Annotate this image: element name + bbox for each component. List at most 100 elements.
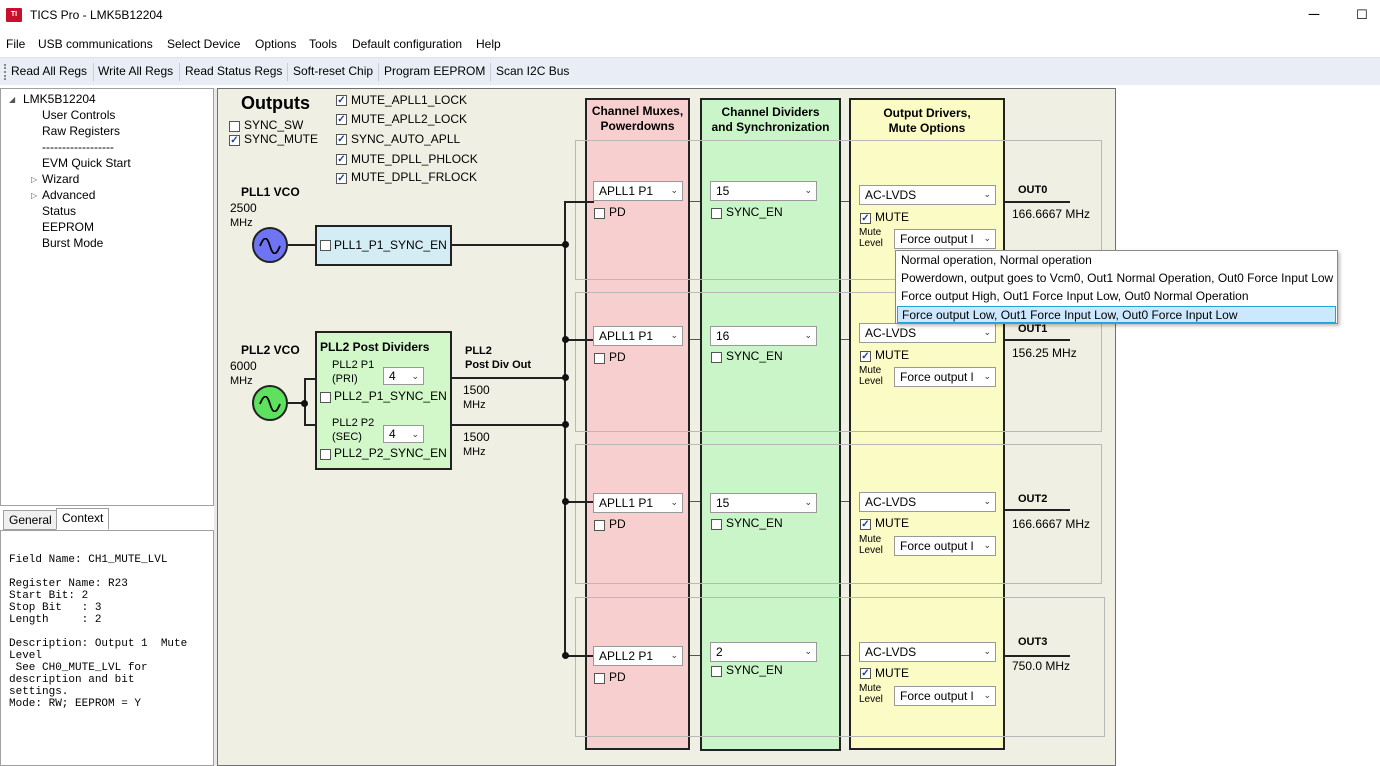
expand-arrow-icon[interactable]: ▷ (31, 175, 37, 184)
channel-0-divider-select[interactable]: 15 ⌄ (710, 181, 817, 201)
write-all-regs-button[interactable]: Write All Regs (98, 64, 173, 78)
collapse-arrow-icon[interactable]: ◢ (9, 95, 15, 104)
channel-0-driver-select[interactable]: AC-LVDS ⌄ (859, 185, 996, 205)
chevron-down-icon: ⌄ (983, 189, 991, 199)
channel-3-mux-select[interactable]: APLL2 P1 ⌄ (593, 646, 683, 666)
channel-2-mute-checkbox[interactable]: ✓ (860, 519, 871, 530)
channel-2-pd-checkbox[interactable] (594, 520, 605, 531)
channel-3-mute-level-select[interactable]: Force output l ⌄ (894, 686, 996, 706)
channel-0-pd-checkbox[interactable] (594, 208, 605, 219)
channel-1-divider-select[interactable]: 16 ⌄ (710, 326, 817, 346)
channel-3-divider-value: 2 (716, 645, 723, 659)
soft-reset-chip-button[interactable]: Soft-reset Chip (293, 64, 373, 78)
mute-dpll-phlock-checkbox[interactable]: ✓ (336, 154, 347, 165)
channel-1-mux-select[interactable]: APLL1 P1 ⌄ (593, 326, 683, 346)
channel-2-sync-en-checkbox[interactable] (711, 519, 722, 530)
pll2-p1-divider-select[interactable]: 4 ⌄ (383, 367, 424, 385)
tree-item-raw-registers[interactable]: Raw Registers (42, 124, 120, 138)
pll2-p2-divider-select[interactable]: 4 ⌄ (383, 425, 424, 443)
channel-1-mute-level-select[interactable]: Force output l ⌄ (894, 367, 996, 387)
tree-item-user-controls[interactable]: User Controls (42, 108, 115, 122)
chevron-down-icon: ⌄ (983, 646, 991, 656)
channel-0-mute-level-select[interactable]: Force output l ⌄ (894, 229, 996, 249)
channel-1-sync-en-checkbox[interactable] (711, 352, 722, 363)
menu-usb-communications[interactable]: USB communications (38, 37, 153, 51)
channel-1-mute-checkbox[interactable]: ✓ (860, 351, 871, 362)
menu-default-configuration[interactable]: Default configuration (352, 37, 462, 51)
pll2-p1-sync-en-checkbox[interactable] (320, 392, 331, 403)
mute-apll1-lock-label: MUTE_APLL1_LOCK (351, 93, 468, 107)
toolbar-grip[interactable] (4, 64, 6, 80)
channel-2-mux-select[interactable]: APLL1 P1 ⌄ (593, 493, 683, 513)
channel-0-sync-en-checkbox[interactable] (711, 208, 722, 219)
channel-1-pd-label: PD (609, 350, 626, 364)
pll2-p1-out-line (452, 377, 566, 379)
channel-0-mute-level-label: Mute (859, 227, 882, 238)
tree-item-wizard[interactable]: Wizard (42, 172, 79, 186)
channel-2-mute-level-select[interactable]: Force output l ⌄ (894, 536, 996, 556)
tab-general[interactable]: General (3, 510, 58, 530)
pll2-vco-unit: MHz (230, 375, 253, 387)
program-eeprom-button[interactable]: Program EEPROM (384, 64, 485, 78)
channel-3-pd-checkbox[interactable] (594, 673, 605, 684)
context-panel: Field Name: CH1_MUTE_LVL Register Name: … (0, 530, 214, 766)
channel-1-divider-value: 16 (716, 329, 730, 343)
bus-node (562, 241, 569, 248)
channel-3-divider-select[interactable]: 2 ⌄ (710, 642, 817, 662)
mute-dpll-frlock-checkbox[interactable]: ✓ (336, 173, 347, 184)
sync-auto-apll-label: SYNC_AUTO_APLL (351, 132, 461, 146)
mute-level-option[interactable]: Force output High, Out1 Force Input Low,… (897, 288, 1336, 305)
context-line: settings. (9, 686, 69, 698)
channel-0-mux-select[interactable]: APLL1 P1 ⌄ (593, 181, 683, 201)
channel-0-mute-checkbox[interactable]: ✓ (860, 213, 871, 224)
pll1-line (288, 244, 316, 246)
maximize-button[interactable]: ☐ (1340, 4, 1380, 28)
minimize-button[interactable]: ─ (1292, 4, 1336, 28)
read-all-regs-button[interactable]: Read All Regs (11, 64, 87, 78)
scan-i2c-bus-button[interactable]: Scan I2C Bus (496, 64, 569, 78)
pll2-p2-sublabel: (SEC) (332, 431, 362, 443)
tree-item-status[interactable]: Status (42, 204, 76, 218)
link-line (841, 201, 849, 202)
mute-level-option[interactable]: Normal operation, Normal operation (897, 252, 1336, 269)
tree-root-lmk5b12204[interactable]: LMK5B12204 (23, 92, 96, 106)
channel-1-pd-checkbox[interactable] (594, 353, 605, 364)
pll1-p1-sync-en-checkbox[interactable] (320, 240, 331, 251)
mute-apll2-lock-checkbox[interactable]: ✓ (336, 114, 347, 125)
tree-item-advanced[interactable]: Advanced (42, 188, 95, 202)
tab-context[interactable]: Context (56, 508, 110, 530)
menu-file[interactable]: File (6, 37, 25, 51)
read-status-regs-button[interactable]: Read Status Regs (185, 64, 282, 78)
channel-3-driver-select[interactable]: AC-LVDS ⌄ (859, 642, 996, 662)
pll2-p2-sync-en-checkbox[interactable] (320, 449, 331, 460)
channel-1-driver-select[interactable]: AC-LVDS ⌄ (859, 323, 996, 343)
tree-item-eeprom[interactable]: EEPROM (42, 220, 94, 234)
expand-arrow-icon[interactable]: ▷ (31, 191, 37, 200)
context-line: Register Name: R23 (9, 578, 128, 590)
chevron-down-icon: ⌄ (983, 327, 991, 337)
channel-2-pd-label: PD (609, 517, 626, 531)
tree-item-evm-quick-start[interactable]: EVM Quick Start (42, 156, 131, 170)
channel-3-sync-en-checkbox[interactable] (711, 666, 722, 677)
chevron-down-icon: ⌄ (983, 690, 991, 700)
sync-auto-apll-checkbox[interactable]: ✓ (336, 134, 347, 145)
link-line (841, 655, 849, 656)
channel-3-mute-label: MUTE (875, 666, 909, 680)
menu-select-device[interactable]: Select Device (167, 37, 240, 51)
sync-sw-checkbox[interactable] (229, 121, 240, 132)
channel-3-mute-checkbox[interactable]: ✓ (860, 668, 871, 679)
page-title: Outputs (241, 93, 310, 113)
mute-level-option-selected[interactable]: Force output Low, Out1 Force Input Low, … (897, 306, 1336, 323)
mute-apll1-lock-checkbox[interactable]: ✓ (336, 95, 347, 106)
pll1-vco-freq: 2500 (230, 201, 257, 215)
menu-options[interactable]: Options (255, 37, 296, 51)
channel-2-divider-select[interactable]: 15 ⌄ (710, 493, 817, 513)
sync-mute-checkbox[interactable]: ✓ (229, 135, 240, 146)
output-drivers-title: Output Drivers, (883, 106, 971, 120)
channel-0-mute-label: MUTE (875, 210, 909, 224)
tree-item-burst-mode[interactable]: Burst Mode (42, 236, 103, 250)
mute-level-option[interactable]: Powerdown, output goes to Vcm0, Out1 Nor… (897, 270, 1336, 287)
menu-help[interactable]: Help (476, 37, 501, 51)
channel-2-driver-select[interactable]: AC-LVDS ⌄ (859, 492, 996, 512)
menu-tools[interactable]: Tools (309, 37, 337, 51)
